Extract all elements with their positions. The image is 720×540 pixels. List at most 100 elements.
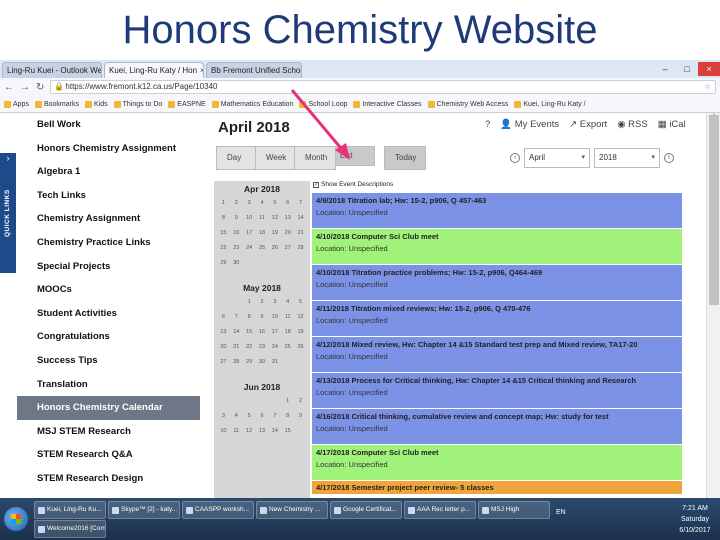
mini-day[interactable]: 17 bbox=[243, 226, 256, 241]
taskbar-item[interactable]: New Chemistry ... bbox=[256, 501, 328, 519]
mini-day[interactable]: 23 bbox=[256, 340, 269, 355]
mini-day[interactable]: 2 bbox=[256, 295, 269, 310]
mini-day[interactable]: 8 bbox=[217, 211, 230, 226]
mini-day[interactable]: 19 bbox=[294, 325, 307, 340]
mini-day[interactable]: 6 bbox=[256, 409, 269, 424]
mini-day[interactable]: 15 bbox=[217, 226, 230, 241]
calendar-event[interactable]: 4/16/2018 Critical thinking, cumulative … bbox=[312, 409, 682, 445]
mini-day[interactable]: 24 bbox=[243, 241, 256, 256]
sidebar-item-special-projects[interactable]: Special Projects bbox=[17, 255, 200, 279]
mini-day[interactable]: 4 bbox=[281, 295, 294, 310]
calendar-event[interactable]: 4/17/2018 Computer Sci Club meet Location… bbox=[312, 445, 682, 481]
chevron-right-icon[interactable]: › bbox=[0, 153, 16, 169]
mini-day[interactable]: 20 bbox=[281, 226, 294, 241]
event-title[interactable]: 4/11/2018 Titration mixed reviews; Hw: 1… bbox=[316, 304, 678, 313]
mini-day[interactable]: 21 bbox=[294, 226, 307, 241]
start-button[interactable] bbox=[4, 507, 28, 531]
mini-day[interactable]: 6 bbox=[281, 196, 294, 211]
mini-day[interactable]: 2 bbox=[294, 394, 307, 409]
taskbar-item[interactable]: Welcome2016 [Com... bbox=[34, 520, 106, 538]
mini-day[interactable]: 3 bbox=[268, 295, 281, 310]
calendar-event[interactable]: 4/12/2018 Mixed review, Hw: Chapter 14 &… bbox=[312, 337, 682, 373]
taskbar-item[interactable]: Google Certificat... bbox=[330, 501, 402, 519]
mini-day[interactable]: 13 bbox=[256, 424, 269, 439]
mini-day[interactable]: 30 bbox=[230, 256, 243, 271]
sidebar-item-chemistry-assignment[interactable]: Chemistry Assignment bbox=[17, 207, 200, 231]
sidebar-item-translation[interactable]: Translation bbox=[17, 373, 200, 397]
mini-day[interactable]: 29 bbox=[217, 256, 230, 271]
event-title[interactable]: 4/9/2018 Titration lab; Hw: 15-2, p906, … bbox=[316, 196, 678, 205]
mini-day[interactable]: 28 bbox=[294, 241, 307, 256]
taskbar-item[interactable]: CAASPP worksh... bbox=[182, 501, 254, 519]
mini-day[interactable]: 26 bbox=[268, 241, 281, 256]
mini-day[interactable]: 14 bbox=[268, 424, 281, 439]
minimize-icon[interactable]: – bbox=[654, 62, 676, 76]
system-clock[interactable]: 7:21 AM Saturday 6/10/2017 bbox=[670, 501, 720, 536]
bookmark-star-icon[interactable]: ☆ bbox=[704, 81, 711, 93]
mini-day[interactable]: 14 bbox=[294, 211, 307, 226]
mini-day[interactable]: 20 bbox=[217, 340, 230, 355]
calendar-event[interactable]: 4/9/2018 Titration lab; Hw: 15-2, p906, … bbox=[312, 193, 682, 229]
export-link[interactable]: ↗ Export bbox=[569, 119, 607, 130]
mini-day[interactable]: 28 bbox=[230, 355, 243, 370]
mini-day[interactable]: 10 bbox=[268, 310, 281, 325]
mini-day[interactable]: 11 bbox=[256, 211, 269, 226]
event-title[interactable]: 4/10/2018 Titration practice problems; H… bbox=[316, 268, 678, 277]
sidebar-item-chemistry-practice-links[interactable]: Chemistry Practice Links bbox=[17, 231, 200, 255]
mini-day[interactable]: 8 bbox=[243, 310, 256, 325]
mini-day[interactable]: 1 bbox=[243, 295, 256, 310]
month-select[interactable]: April ▾ bbox=[524, 148, 590, 168]
sidebar-item-honors-chemistry-assignment[interactable]: Honors Chemistry Assignment bbox=[17, 137, 200, 161]
mini-day[interactable]: 27 bbox=[281, 241, 294, 256]
mini-day[interactable]: 15 bbox=[281, 424, 294, 439]
maximize-icon[interactable]: □ bbox=[676, 62, 698, 76]
mini-day[interactable]: 7 bbox=[230, 310, 243, 325]
mini-day[interactable]: 15 bbox=[243, 325, 256, 340]
mini-day[interactable]: 29 bbox=[243, 355, 256, 370]
calendar-event[interactable]: 4/10/2018 Computer Sci Club meet Location… bbox=[312, 229, 682, 265]
back-icon[interactable]: ← bbox=[4, 82, 14, 93]
bookmark-item[interactable]: EASPNE bbox=[168, 100, 206, 108]
bookmark-item[interactable]: Things to Do bbox=[113, 100, 162, 108]
event-title[interactable]: 4/13/2018 Process for Critical thinking,… bbox=[316, 376, 678, 385]
mini-day[interactable]: 19 bbox=[268, 226, 281, 241]
bookmark-item[interactable]: Kids bbox=[84, 100, 108, 108]
mini-day[interactable]: 1 bbox=[281, 394, 294, 409]
prev-icon[interactable]: ‹ bbox=[510, 153, 520, 163]
day-view-button[interactable]: Day bbox=[216, 146, 256, 170]
mini-day[interactable]: 6 bbox=[217, 310, 230, 325]
sidebar-item-student-activities[interactable]: Student Activities bbox=[17, 302, 200, 326]
event-title[interactable]: 4/17/2018 Semester project peer review- … bbox=[316, 483, 678, 492]
mini-day[interactable]: 1 bbox=[217, 196, 230, 211]
sidebar-item-stem-research-qa[interactable]: STEM Research Q&A bbox=[17, 443, 200, 467]
mini-day[interactable]: 12 bbox=[268, 211, 281, 226]
mini-day[interactable]: 2 bbox=[230, 196, 243, 211]
mini-day[interactable]: 22 bbox=[217, 241, 230, 256]
taskbar-item[interactable]: Kuei, Ling-Ru Ku... bbox=[34, 501, 106, 519]
my-events-link[interactable]: 👤 My Events bbox=[500, 119, 559, 130]
mini-day[interactable]: 24 bbox=[268, 340, 281, 355]
mini-day[interactable]: 4 bbox=[256, 196, 269, 211]
bookmark-item[interactable]: Kuei, Ling-Ru Katy / bbox=[514, 100, 586, 108]
mini-day[interactable]: 18 bbox=[281, 325, 294, 340]
list-view-button[interactable]: List bbox=[335, 146, 375, 166]
close-window-icon[interactable]: × bbox=[698, 62, 720, 76]
mini-day[interactable]: 17 bbox=[268, 325, 281, 340]
mini-day[interactable]: 10 bbox=[243, 211, 256, 226]
page-scrollbar[interactable]: ▲ bbox=[706, 113, 720, 498]
month-view-button[interactable]: Month bbox=[294, 146, 336, 170]
mini-day[interactable]: 12 bbox=[294, 310, 307, 325]
year-select[interactable]: 2018 ▾ bbox=[594, 148, 660, 168]
ical-link[interactable]: ▦ iCal bbox=[658, 119, 686, 130]
event-title[interactable]: 4/16/2018 Critical thinking, cumulative … bbox=[316, 412, 678, 421]
checkbox[interactable]: ✓ bbox=[313, 181, 319, 188]
sidebar-item-algebra-1[interactable]: Algebra 1 bbox=[17, 160, 200, 184]
sidebar-item-bell-work[interactable]: Bell Work bbox=[17, 113, 200, 137]
mini-day[interactable]: 26 bbox=[294, 340, 307, 355]
mini-day[interactable]: 9 bbox=[294, 409, 307, 424]
mini-day[interactable]: 7 bbox=[268, 409, 281, 424]
today-button[interactable]: Today bbox=[384, 146, 426, 170]
sidebar-item-stem-research-design[interactable]: STEM Research Design bbox=[17, 467, 200, 491]
mini-day[interactable]: 9 bbox=[256, 310, 269, 325]
browser-tab-active[interactable]: Kuei, Ling-Ru Katy / Hon × bbox=[104, 62, 204, 78]
